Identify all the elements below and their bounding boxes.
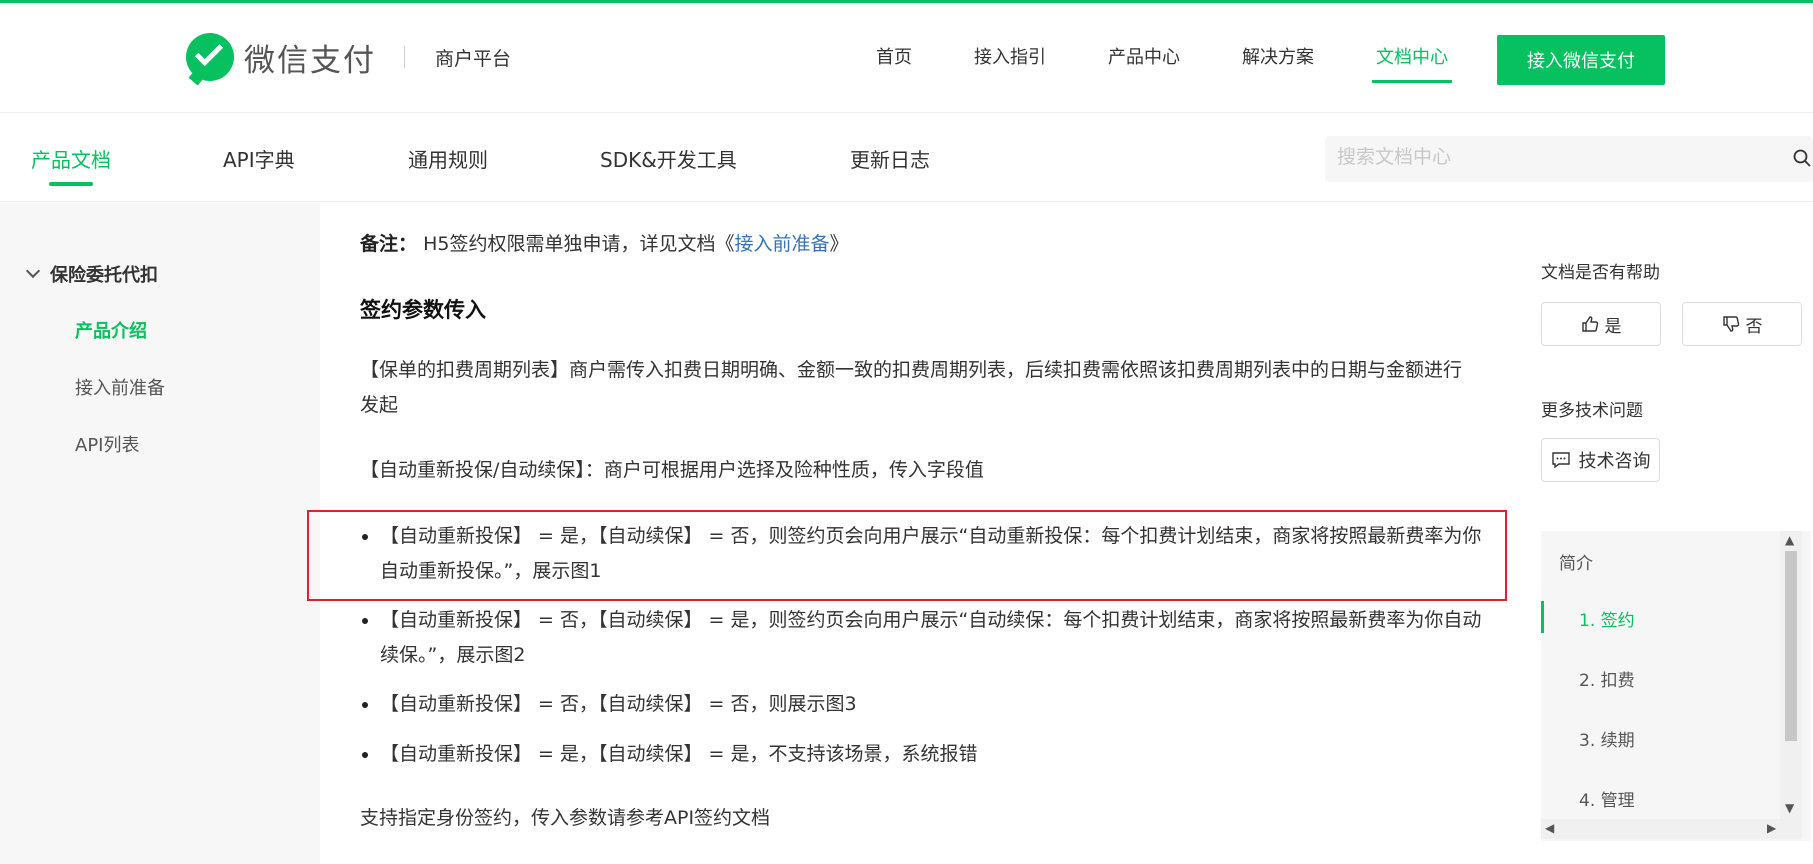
nav-guide[interactable]: 接入指引 — [974, 43, 1046, 83]
doc-sidebar: 保险委托代扣 产品介绍 接入前准备 API列表 — [0, 203, 320, 864]
toc-horizontal-scrollbar[interactable]: ◀ ▶ — [1541, 819, 1802, 839]
list-item: 【自动重新投保】 = 否，【自动续保】 = 否，则展示图3 — [360, 687, 1495, 722]
helpful-label: 文档是否有帮助 — [1541, 263, 1660, 283]
toc-vertical-scrollbar[interactable]: ▲ ▼ — [1780, 531, 1802, 819]
note-end: 》 — [829, 233, 849, 255]
search-input[interactable] — [1337, 146, 1757, 168]
sidebar-item-intro[interactable]: 产品介绍 — [75, 317, 147, 343]
toc-item-manage[interactable]: 4. 管理 — [1579, 786, 1635, 811]
toc-item-sign[interactable]: 1. 签约 — [1579, 606, 1635, 631]
scroll-thumb[interactable] — [1785, 551, 1797, 741]
chat-bubble-icon — [1551, 452, 1570, 469]
tech-consult-button[interactable]: 技术咨询 — [1541, 438, 1660, 482]
sidebar-item-api-list[interactable]: API列表 — [75, 431, 139, 457]
chevron-down-icon — [25, 263, 41, 279]
paragraph-identity-signing: 支持指定身份签约，传入参数请参考API签约文档 — [360, 807, 771, 829]
note-line: 备注： H5签约权限需单独申请，详见文档《接入前准备》 — [360, 229, 848, 256]
join-wechat-pay-button[interactable]: 接入微信支付 — [1497, 35, 1665, 85]
note-label: 备注： — [360, 233, 418, 255]
nav-home[interactable]: 首页 — [876, 43, 912, 83]
list-item: 【自动重新投保】 = 否，【自动续保】 = 是，则签约页会向用户展示“自动续保：… — [360, 603, 1495, 673]
search-icon[interactable] — [1793, 149, 1811, 167]
helpful-no-label: 否 — [1745, 316, 1763, 337]
toc-item-renew[interactable]: 3. 续期 — [1579, 726, 1635, 751]
sidebar-item-preparation[interactable]: 接入前准备 — [75, 374, 165, 400]
sidebar-group-insurance[interactable]: 保险委托代扣 — [25, 261, 158, 287]
note-text: H5签约权限需单独申请，详见文档《 — [423, 233, 735, 255]
tab-sdk-tools[interactable]: SDK&开发工具 — [600, 144, 737, 173]
paragraph-renewal-fields: 【自动重新投保/自动续保】：商户可根据用户选择及险种性质，传入字段值 — [360, 459, 984, 481]
more-questions-label: 更多技术问题 — [1541, 401, 1643, 421]
tab-product-docs[interactable]: 产品文档 — [31, 144, 111, 186]
tab-changelog[interactable]: 更新日志 — [850, 144, 930, 173]
wechat-pay-logo-icon — [186, 33, 234, 81]
nav-solutions[interactable]: 解决方案 — [1242, 43, 1314, 83]
nav-products[interactable]: 产品中心 — [1108, 43, 1180, 83]
paragraph-deduction-list: 【保单的扣费周期列表】商户需传入扣费日期明确、金额一致的扣费周期列表，后续扣费需… — [360, 359, 1463, 416]
brand-name: 微信支付 — [244, 42, 376, 79]
preparation-link[interactable]: 接入前准备 — [734, 233, 829, 255]
toc-active-indicator — [1541, 601, 1544, 633]
doc-search — [1325, 136, 1813, 182]
list-item: 【自动重新投保】 = 是，【自动续保】 = 是，不支持该场景，系统报错 — [360, 737, 1495, 772]
site-header: 微信支付 商户平台 首页 接入指引 产品中心 解决方案 文档中心 接入微信支付 — [0, 3, 1813, 113]
sidebar-group-label: 保险委托代扣 — [50, 265, 158, 286]
doc-subnav: 产品文档 API字典 通用规则 SDK&开发工具 更新日志 — [0, 114, 1813, 202]
highlight-annotation-box — [307, 510, 1507, 601]
toc-item-intro[interactable]: 简介 — [1559, 549, 1593, 574]
brand-separator — [404, 46, 405, 68]
table-of-contents: 简介 1. 签约 2. 扣费 3. 续期 4. 管理 — [1541, 531, 1811, 841]
scroll-left-icon[interactable]: ◀ — [1545, 821, 1554, 835]
nav-docs[interactable]: 文档中心 — [1372, 43, 1452, 83]
helpful-yes-button[interactable]: 是 — [1541, 302, 1661, 346]
thumbs-up-icon — [1581, 316, 1598, 332]
thumbs-down-icon — [1722, 316, 1739, 332]
brand-subtitle: 商户平台 — [435, 47, 512, 70]
tab-common-rules[interactable]: 通用规则 — [408, 144, 488, 173]
scroll-up-icon[interactable]: ▲ — [1785, 533, 1794, 547]
helpful-yes-label: 是 — [1604, 316, 1622, 337]
main-nav: 首页 接入指引 产品中心 解决方案 文档中心 — [876, 43, 1510, 83]
toc-item-deduct[interactable]: 2. 扣费 — [1579, 666, 1635, 691]
wechat-pay-logo[interactable]: 微信支付 商户平台 — [186, 33, 511, 81]
tab-api-dictionary[interactable]: API字典 — [223, 144, 295, 173]
section-heading: 签约参数传入 — [360, 298, 486, 322]
tech-consult-label: 技术咨询 — [1578, 451, 1651, 472]
scroll-right-icon[interactable]: ▶ — [1767, 821, 1776, 835]
helpful-no-button[interactable]: 否 — [1682, 302, 1802, 346]
scroll-down-icon[interactable]: ▼ — [1785, 801, 1794, 815]
